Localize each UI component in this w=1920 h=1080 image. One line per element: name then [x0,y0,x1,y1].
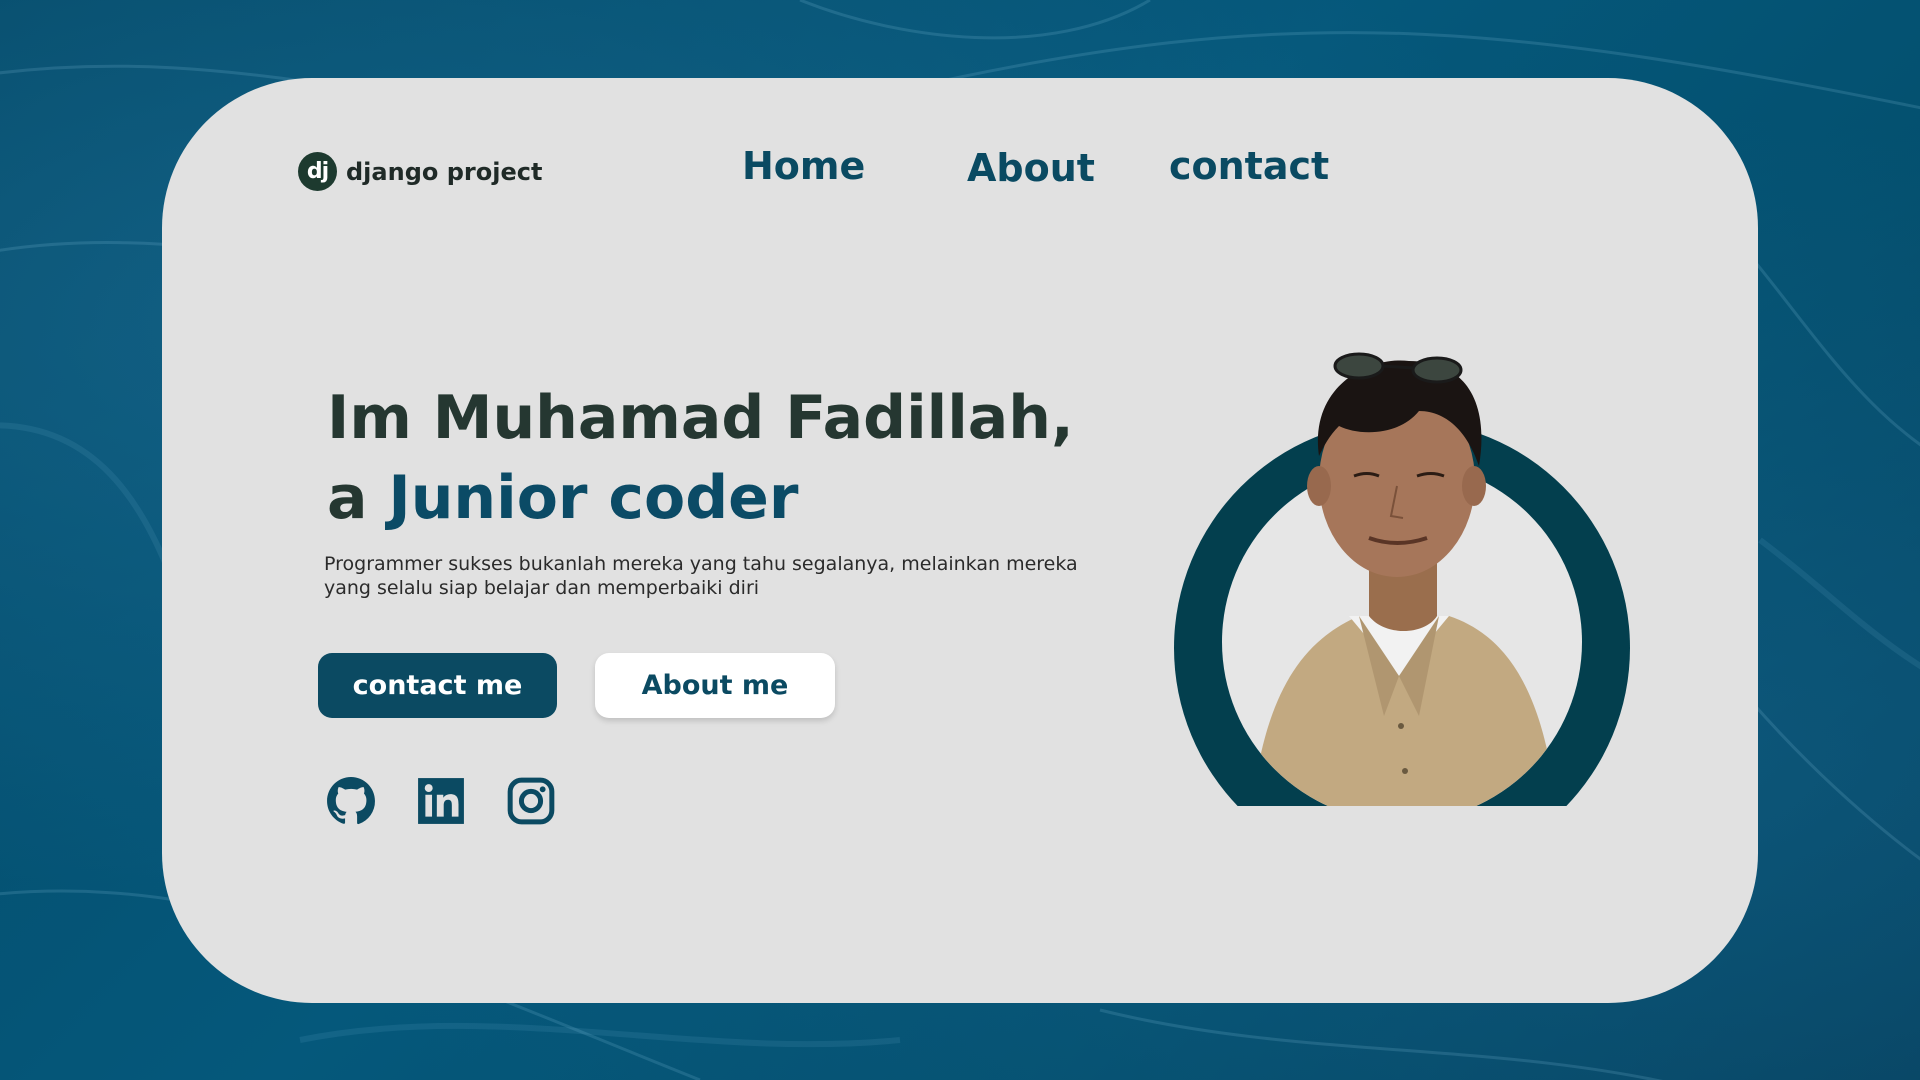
nav-contact[interactable]: contact [1169,144,1329,188]
social-links [326,776,556,826]
contact-me-button[interactable]: contact me [318,653,557,718]
profile-photo [1174,352,1630,876]
about-me-button[interactable]: About me [595,653,835,718]
linkedin-icon [418,778,464,824]
hero-title-line1: Im Muhamad Fadillah, [327,383,1074,453]
profile-portrait [1169,316,1649,876]
nav-home[interactable]: Home [742,144,865,188]
instagram-link[interactable] [506,776,556,826]
github-icon [327,777,375,825]
django-logo-icon: dj [298,152,337,191]
site-logo[interactable]: dj django project [298,152,542,191]
hero-title-prefix: a [327,463,389,533]
linkedin-link[interactable] [416,776,466,826]
github-link[interactable] [326,776,376,826]
nav-about[interactable]: About [967,146,1095,190]
hero-title: Im Muhamad Fadillah, a Junior coder [327,378,1074,538]
instagram-icon [507,777,555,825]
hero-card: dj django project Home About contact Im … [162,78,1758,1003]
hero-title-accent: Junior coder [388,463,799,533]
hero-description: Programmer sukses bukanlah mereka yang t… [324,553,1078,599]
logo-text: django project [346,157,543,186]
